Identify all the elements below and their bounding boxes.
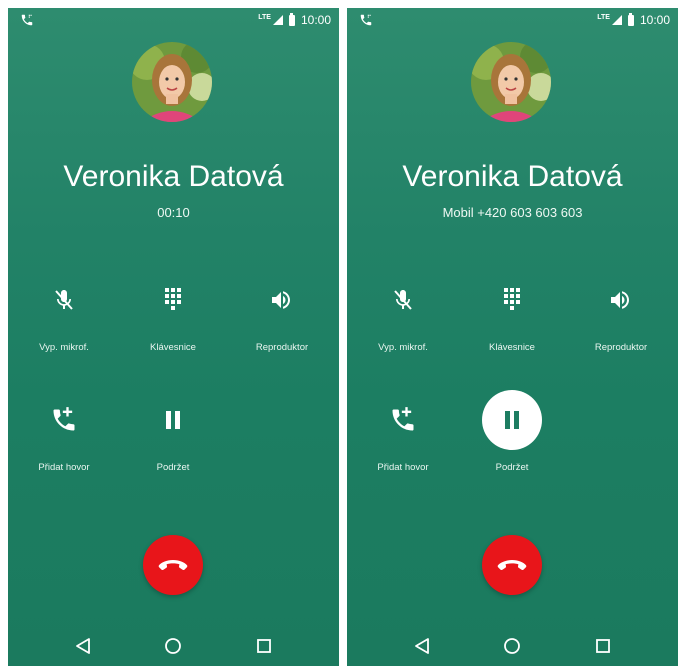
call-duration: 00:10 <box>157 205 190 220</box>
back-icon[interactable] <box>72 635 94 657</box>
mute-button[interactable]: Vyp. mikrof. <box>353 270 453 353</box>
contact-avatar <box>471 42 551 122</box>
signal-icon <box>611 15 622 25</box>
end-call-icon <box>158 560 188 571</box>
keypad-label: Klávesnice <box>489 342 535 353</box>
volume-icon <box>252 270 312 330</box>
battery-icon <box>288 12 295 26</box>
add-call-icon <box>34 390 94 450</box>
dialpad-icon <box>482 270 542 330</box>
call-screen-left: LTE 10:00 Veronika Datová 00:10 Vyp. mik… <box>8 8 339 666</box>
add-call-button[interactable]: Přidat hovor <box>353 390 453 473</box>
recents-icon[interactable] <box>592 635 614 657</box>
mic-off-icon <box>373 270 433 330</box>
pause-icon <box>143 390 203 450</box>
recents-icon[interactable] <box>253 635 275 657</box>
end-call-button[interactable] <box>143 535 203 595</box>
keypad-label: Klávesnice <box>150 342 196 353</box>
hold-button[interactable]: Podržet <box>123 390 223 473</box>
contact-name: Veronika Datová <box>63 160 284 193</box>
volume-icon <box>591 270 651 330</box>
mute-label: Vyp. mikrof. <box>378 342 428 353</box>
battery-icon <box>627 12 634 26</box>
keypad-button[interactable]: Klávesnice <box>462 270 562 353</box>
hold-label: Podržet <box>156 462 190 473</box>
network-type: LTE <box>258 13 271 21</box>
back-icon[interactable] <box>411 635 433 657</box>
navigation-bar <box>8 626 339 666</box>
hold-button-active[interactable]: Podržet <box>462 390 562 473</box>
speaker-label: Reproduktor <box>255 342 309 353</box>
mute-button[interactable]: Vyp. mikrof. <box>14 270 114 353</box>
add-call-icon <box>373 390 433 450</box>
call-screen-right: LTE 10:00 Veronika Datová Mobil +420 603… <box>347 8 678 666</box>
add-call-label: Přidat hovor <box>38 462 90 473</box>
keypad-button[interactable]: Klávesnice <box>123 270 223 353</box>
speaker-label: Reproduktor <box>594 342 648 353</box>
speaker-button[interactable]: Reproduktor <box>571 270 671 353</box>
add-call-button[interactable]: Přidat hovor <box>14 390 114 473</box>
navigation-bar <box>347 626 678 666</box>
pause-icon <box>482 390 542 450</box>
hold-label: Podržet <box>495 462 529 473</box>
speaker-button[interactable]: Reproduktor <box>232 270 332 353</box>
home-icon[interactable] <box>162 635 184 657</box>
end-call-icon <box>497 560 527 571</box>
network-type: LTE <box>597 13 610 21</box>
contact-avatar <box>132 42 212 122</box>
add-call-label: Přidat hovor <box>377 462 429 473</box>
contact-name: Veronika Datová <box>402 160 623 193</box>
dialpad-icon <box>143 270 203 330</box>
phone-call-icon <box>21 14 33 26</box>
mic-off-icon <box>34 270 94 330</box>
signal-icon <box>272 15 283 25</box>
status-bar: LTE 10:00 <box>8 8 339 32</box>
end-call-button[interactable] <box>482 535 542 595</box>
contact-number: Mobil +420 603 603 603 <box>442 205 583 220</box>
status-bar: LTE 10:00 <box>347 8 678 32</box>
mute-label: Vyp. mikrof. <box>39 342 89 353</box>
home-icon[interactable] <box>501 635 523 657</box>
clock: 10:00 <box>300 13 331 27</box>
phone-call-icon <box>360 14 372 26</box>
clock: 10:00 <box>639 13 670 27</box>
